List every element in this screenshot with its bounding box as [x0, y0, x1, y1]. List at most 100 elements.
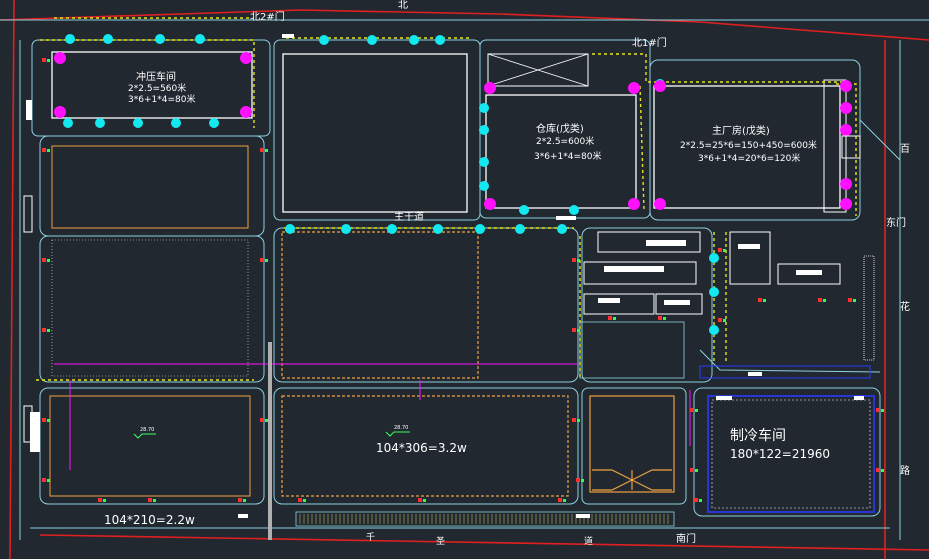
fire-hydrant-icon — [695, 469, 698, 472]
elevation-marker-left: 28.70 — [140, 427, 154, 433]
fire-hydrant-icon — [853, 299, 856, 302]
fire-hydrant-icon — [695, 409, 698, 412]
east-road-char-3: 路 — [900, 464, 910, 477]
lamp-icon — [479, 181, 489, 191]
fire-hydrant-icon — [572, 418, 576, 422]
main-plant-line1: 2*2.5=25*6=150+450=600米 — [680, 139, 817, 151]
lamp-icon — [709, 287, 719, 297]
lamp-icon — [628, 198, 640, 210]
building-left-lower — [49, 395, 251, 497]
center-workshop-dims: 104*306=3.2w — [376, 441, 467, 455]
lamp-icon — [515, 224, 525, 234]
fire-hydrant-icon — [47, 149, 50, 152]
lamp-icon — [319, 35, 329, 45]
fire-hydrant-icon — [265, 419, 268, 422]
boundary-south — [39, 534, 929, 551]
fire-hydrant-icon — [608, 316, 612, 320]
fire-hydrant-icon — [690, 468, 694, 472]
fire-hydrant-icon — [298, 498, 302, 502]
gate-south-label: 南门 — [676, 532, 696, 545]
fire-hydrant-icon — [699, 499, 702, 502]
south-canopy — [295, 511, 675, 527]
south-road-char-3: 道 — [584, 535, 593, 547]
fire-hydrant-icon — [148, 498, 152, 502]
fire-hydrant-icon — [881, 469, 884, 472]
boundary-north — [0, 9, 929, 41]
fire-hydrant-icon — [577, 419, 580, 422]
fire-hydrant-icon — [42, 148, 46, 152]
main-road-label: 主干道 — [394, 210, 424, 223]
south-road-char-1: 千 — [366, 532, 375, 543]
fire-hydrant-icon — [42, 328, 46, 332]
lamp-icon — [63, 118, 73, 128]
fire-hydrant-icon — [876, 408, 880, 412]
fire-hydrant-icon — [576, 478, 580, 482]
fire-hydrant-icon — [42, 58, 46, 62]
lamp-icon — [484, 82, 496, 94]
lamp-icon — [840, 178, 852, 190]
lamp-icon — [240, 106, 252, 118]
building-small-7 — [579, 321, 685, 379]
fire-hydrant-icon — [690, 408, 694, 412]
lamp-icon — [840, 102, 852, 114]
labels: 北2#门 北1#门 东门 南门 主干道 北 百 花 路 千 圣 道 冲压车间 2… — [104, 0, 910, 547]
east-gate-post — [863, 255, 875, 361]
fire-hydrant-icon — [723, 319, 726, 322]
lamp-icon — [54, 106, 66, 118]
elevation-marker-center: 28.70 — [394, 425, 408, 431]
lamp-icon — [341, 224, 351, 234]
lamp-icon — [569, 205, 579, 215]
warehouse-line2: 3*6+1*4=80米 — [534, 150, 601, 162]
fire-hydrant-icon — [577, 329, 580, 332]
refrigeration-dims: 180*122=21960 — [730, 447, 830, 461]
fire-hydrant-icon — [572, 328, 576, 332]
fire-hydrant-icon — [818, 298, 822, 302]
east-road-char-1: 百 — [900, 143, 910, 155]
fire-hydrant-icon — [848, 298, 852, 302]
lamp-icon — [840, 198, 852, 210]
lamp-icon — [209, 118, 219, 128]
lamp-icon — [387, 224, 397, 234]
lamp-icon — [65, 34, 75, 44]
fire-hydrant-icon — [718, 248, 722, 252]
lamp-icon — [409, 35, 419, 45]
fire-hydrant-icon — [47, 59, 50, 62]
north-road-char: 北 — [398, 0, 408, 11]
fire-hydrant-icon — [42, 258, 46, 262]
lamp-icon — [557, 224, 567, 234]
lamp-icon — [484, 198, 496, 210]
lamp-icon — [435, 35, 445, 45]
lamp-icon — [171, 118, 181, 128]
fire-hydrant-icon — [243, 499, 246, 502]
lamp-icon — [95, 118, 105, 128]
fire-hydrant-icon — [260, 148, 264, 152]
building-left-middle — [51, 239, 249, 377]
gate-north1-label: 北1#门 — [632, 36, 667, 49]
fire-hydrant-icon — [238, 498, 242, 502]
fire-hydrant-icon — [42, 478, 46, 482]
fire-hydrant-icon — [663, 317, 666, 320]
building-small-5 — [729, 231, 771, 285]
fire-hydrant-icon — [572, 258, 576, 262]
fire-hydrant-icon — [581, 479, 584, 482]
fire-hydrant-icon — [418, 498, 422, 502]
fire-hydrant-icon — [47, 419, 50, 422]
main-plant-side-annex — [823, 79, 847, 213]
fire-hydrant-icon — [260, 258, 264, 262]
warehouse-name: 仓库(戊类) — [536, 122, 584, 135]
lamp-icon — [133, 118, 143, 128]
lamp-icon — [709, 253, 719, 263]
building-small-3 — [583, 293, 655, 315]
fire-hydrant-icon — [823, 299, 826, 302]
stamping-line1: 2*2.5=560米 — [128, 82, 186, 94]
east-road-char-2: 花 — [900, 300, 910, 313]
lamp-icon — [654, 198, 666, 210]
lamp-icon — [155, 34, 165, 44]
fire-hydrant-icon — [758, 298, 762, 302]
fire-hydrant-icon — [47, 259, 50, 262]
fire-hydrant-icon — [423, 499, 426, 502]
fire-hydrant-icon — [153, 499, 156, 502]
fire-hydrant-icon — [265, 149, 268, 152]
lamp-icon — [840, 124, 852, 136]
fire-hydrant-icon — [613, 317, 616, 320]
